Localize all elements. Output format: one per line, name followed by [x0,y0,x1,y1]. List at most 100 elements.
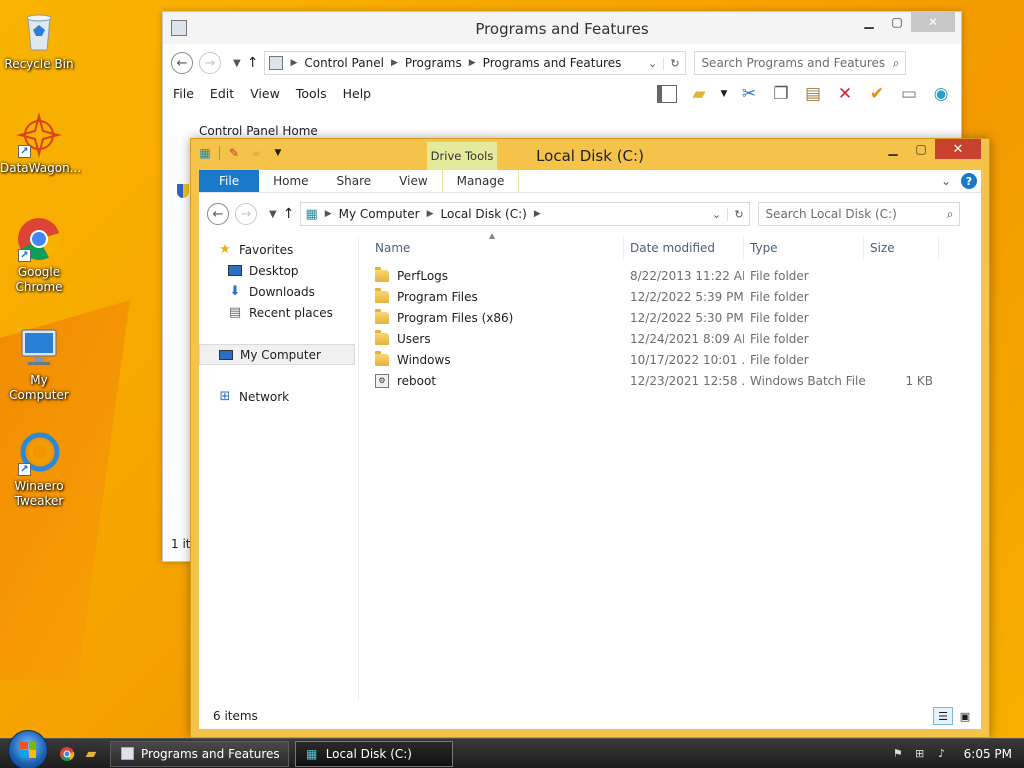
nav-network[interactable]: ⊞ Network [199,386,358,407]
nav-my-computer[interactable]: My Computer [199,344,355,365]
recent-locations-chevron-icon[interactable]: ▼ [233,58,241,69]
control-panel-icon [119,746,135,762]
search-icon[interactable]: ⌕ [947,207,954,222]
close-button[interactable]: ✕ [911,12,955,32]
sort-ascending-icon: ▲ [489,231,496,240]
address-dropdown-icon[interactable]: ⌄ [705,208,727,221]
window-title: Programs and Features [475,20,649,38]
minimize-button[interactable]: ▁ [879,139,907,159]
rename-icon[interactable]: ▭ [897,82,921,106]
expand-ribbon-chevron-icon[interactable]: ⌄ [941,174,951,188]
breadcrumb-programs[interactable]: Programs [405,56,462,70]
network-icon: ⊞ [219,389,231,404]
column-size[interactable]: Size [864,237,939,259]
forward-button[interactable]: → [199,52,221,74]
search-input[interactable]: Search Local Disk (C:) ⌕ [758,202,961,226]
uac-shield-icon [177,184,189,198]
maximize-button[interactable]: ▢ [883,12,911,32]
title-bar[interactable]: Programs and Features ▁ ▢ ✕ [163,12,961,44]
layout-icon[interactable] [655,82,679,106]
dropdown-chevron-icon[interactable]: ▼ [719,82,729,106]
nav-label: Network [239,389,290,404]
up-button[interactable]: ↑ [283,206,295,222]
menu-tools[interactable]: Tools [296,86,327,101]
menu-file[interactable]: File [173,86,194,101]
table-row[interactable]: Program Files 12/2/2022 5:39 PM File folde… [369,286,959,307]
breadcrumb-separator-icon: ▶ [468,58,476,68]
column-type[interactable]: Type [744,237,864,259]
column-name[interactable]: Name ▲ [369,231,624,259]
nav-favorites[interactable]: ★ Favorites [199,239,358,260]
action-center-flag-icon[interactable]: ⚑ [890,746,906,762]
menu-view[interactable]: View [250,86,280,101]
paste-icon[interactable]: ▤ [801,82,825,106]
up-button[interactable]: ↑ [247,55,259,71]
back-button[interactable]: ← [171,52,193,74]
taskbar-programs-and-features[interactable]: Programs and Features [110,740,289,767]
menu-help[interactable]: Help [343,86,372,101]
copy-icon[interactable]: ❐ [769,82,793,106]
large-icons-view-icon[interactable]: ▣ [955,707,975,725]
properties-check-icon[interactable]: ✔ [865,82,889,106]
file-type: File folder [750,331,809,346]
volume-icon[interactable]: ♪ [934,746,950,762]
file-explorer-quick-launch-icon[interactable]: ▰ [80,743,102,765]
table-row[interactable]: PerfLogs 8/22/2013 11:22 AM File folder [369,265,959,286]
folder-icon [375,329,389,345]
desktop-icon-datawagon[interactable]: ↗ DataWagon... [0,112,81,176]
taskbar-local-disk[interactable]: ▦ Local Disk (C:) [294,740,453,767]
address-bar[interactable]: ▦ ▶ My Computer ▶ Local Disk (C:) ▶ ⌄ ↻ [300,202,751,226]
file-name-cell: PerfLogs [369,266,624,283]
tab-file[interactable]: File [199,170,260,192]
cut-icon[interactable]: ✂ [737,82,761,106]
computer-icon [218,347,234,363]
recent-locations-chevron-icon[interactable]: ▼ [269,209,277,220]
desktop-icon-recycle-bin[interactable]: Recycle Bin [0,8,78,72]
nav-desktop[interactable]: Desktop [199,260,358,281]
control-panel-home-link[interactable]: Control Panel Home [199,124,318,138]
refresh-icon[interactable]: ↻ [727,207,749,221]
file-date-modified: 12/2/2022 5:39 PM [630,289,744,304]
desktop-icon-winaero-tweaker[interactable]: ↗ Winaero Tweaker [0,430,78,509]
delete-icon[interactable]: ✕ [833,82,857,106]
breadcrumb-local-disk[interactable]: Local Disk (C:) [441,207,527,221]
forward-button[interactable]: → [235,203,257,225]
table-row[interactable]: ⚙ reboot 12/23/2021 12:58 ... Windows Batch… [369,370,959,391]
status-bar-item-count: 6 items [213,709,258,723]
table-row[interactable]: Windows 10/17/2022 10:01 ... File folder [369,349,959,370]
start-button[interactable] [8,729,48,768]
organize-folder-icon[interactable]: ▰ [687,82,711,106]
table-row[interactable]: Users 12/24/2021 8:09 AM File folder [369,328,959,349]
search-icon[interactable]: ⌕ [893,56,900,71]
breadcrumb-separator-icon: ▶ [426,209,434,219]
menu-edit[interactable]: Edit [210,86,234,101]
address-bar[interactable]: ▶ Control Panel ▶ Programs ▶ Programs an… [264,51,687,75]
clock[interactable]: 6:05 PM [964,747,1012,761]
maximize-button[interactable]: ▢ [907,139,935,159]
table-row[interactable]: Program Files (x86) 12/2/2022 5:30 PM File… [369,307,959,328]
tab-manage[interactable]: Manage [441,170,520,192]
breadcrumb-programs-and-features[interactable]: Programs and Features [483,56,622,70]
close-button[interactable]: ✕ [935,139,981,159]
local-disk-explorer-window[interactable]: ▦ ✎ ▰ ▼ Drive Tools Local Disk (C:) ▁ ▢ … [190,138,990,738]
back-button[interactable]: ← [207,203,229,225]
breadcrumb-control-panel[interactable]: Control Panel [304,56,384,70]
minimize-button[interactable]: ▁ [855,12,883,32]
details-view-icon[interactable]: ☰ [933,707,953,725]
desktop-icon-my-computer[interactable]: My Computer [0,324,78,403]
nav-recent-places[interactable]: ▤ Recent places [199,302,358,323]
network-globe-icon[interactable]: ◉ [929,82,953,106]
tab-share[interactable]: Share [323,170,386,192]
breadcrumb-my-computer[interactable]: My Computer [339,207,420,221]
address-dropdown-icon[interactable]: ⌄ [641,57,663,70]
search-input[interactable]: Search Programs and Features ⌕ [694,51,907,75]
nav-downloads[interactable]: ⬇ Downloads [199,281,358,302]
refresh-icon[interactable]: ↻ [663,56,685,70]
tab-home[interactable]: Home [259,170,322,192]
tab-view[interactable]: View [385,170,441,192]
help-icon[interactable]: ? [961,173,977,189]
chrome-quick-launch-icon[interactable] [56,743,78,765]
column-date-modified[interactable]: Date modified [624,237,744,259]
desktop-icon-google-chrome[interactable]: ↗ Google Chrome [0,216,78,295]
network-icon[interactable]: ⊞ [912,746,928,762]
